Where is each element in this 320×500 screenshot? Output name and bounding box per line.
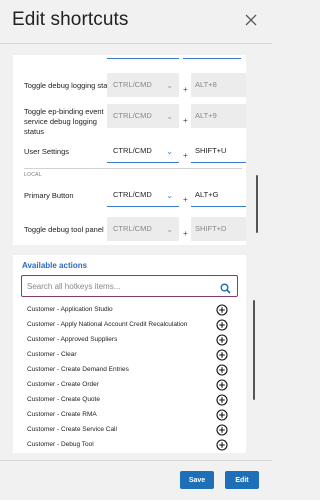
add-circle-icon[interactable] [216,349,228,361]
modifier-select[interactable]: CTRL/CMD ⌄ [107,139,179,163]
search-icon[interactable] [220,281,231,299]
plus-sign: + [183,151,188,160]
previous-row-fields [107,58,241,59]
available-actions-panel: Available actions Customer - Application… [13,255,246,453]
section-label: LOCAL [24,172,42,178]
scrollbar-thumb[interactable] [256,175,258,233]
add-circle-icon[interactable] [216,394,228,406]
chevron-down-icon: ⌄ [166,147,173,156]
plus-sign: + [183,229,188,238]
list-item: Customer - Create RMA [23,408,235,423]
add-circle-icon[interactable] [216,409,228,421]
section-divider [24,168,242,169]
action-label: Customer - Create RMA [27,411,97,418]
shortcuts-panel: Toggle debug logging status CTRL/CMD ⌄ +… [13,55,246,245]
dialog-title: Edit shortcuts [12,9,129,30]
chevron-down-icon: ⌄ [166,225,173,234]
modifier-value: CTRL/CMD [113,111,152,120]
shortcut-row: User Settings CTRL/CMD ⌄ + SHIFT+U [13,137,246,165]
actions-scrollbar[interactable] [253,300,256,400]
action-label: Customer - Approved Suppliers [27,336,118,343]
shortcuts-scrollbar[interactable] [254,55,259,245]
list-item: Customer - Approved Suppliers [23,333,235,348]
actions-title: Available actions [22,261,88,270]
action-label: Customer - Create Service Call [27,426,117,433]
action-label: Customer - Create Quote [27,396,100,403]
chevron-down-icon: ⌄ [166,191,173,200]
search-box [21,275,238,297]
add-circle-icon[interactable] [216,364,228,376]
list-item: Customer - Apply National Account Credit… [23,318,235,333]
modifier-value: CTRL/CMD [113,80,152,89]
action-label: Customer - Create Order [27,381,99,388]
plus-sign: + [183,116,188,125]
action-label: Customer - Clear [27,351,77,358]
action-label: Customer - Apply National Account Credit… [27,321,188,328]
save-button[interactable]: Save [180,471,214,489]
modifier-value: CTRL/CMD [113,146,152,155]
key-field: ALT+8 [191,73,246,97]
shortcut-label: Toggle ep-binding event service debug lo… [24,107,104,136]
add-circle-icon[interactable] [216,424,228,436]
edit-shortcuts-dialog: Edit shortcuts Toggle debug logging stat… [0,0,272,500]
key-field: ALT+9 [191,104,246,128]
modifier-value: CTRL/CMD [113,190,152,199]
modifier-select: CTRL/CMD ⌄ [107,217,179,241]
add-circle-icon[interactable] [216,439,228,451]
shortcut-row: Toggle debug tool panel CTRL/CMD ⌄ + SHI… [13,215,246,243]
action-label: Customer - Debug Tool [27,441,94,448]
modifier-value: CTRL/CMD [113,224,152,233]
edit-button[interactable]: Edit [225,471,259,489]
dialog-header: Edit shortcuts [0,0,272,44]
add-circle-icon[interactable] [216,334,228,346]
modifier-select[interactable]: CTRL/CMD ⌄ [107,183,179,207]
add-circle-icon[interactable] [216,304,228,316]
search-input[interactable] [27,280,212,293]
key-field: SHIFT+D [191,217,246,241]
list-item: Customer - Create Service Call [23,423,235,438]
key-field[interactable]: ALT+G [191,183,246,207]
chevron-down-icon: ⌄ [166,112,173,121]
list-item: Customer - Application Studio [23,303,235,318]
shortcut-row: Toggle ep-binding event service debug lo… [13,102,246,136]
chevron-down-icon: ⌄ [166,81,173,90]
action-label: Customer - Application Studio [27,306,113,313]
list-item: Customer - Create Quote [23,393,235,408]
shortcut-label: Primary Button [24,191,74,200]
list-item: Customer - Create Order [23,378,235,393]
add-circle-icon[interactable] [216,379,228,391]
close-icon[interactable] [243,12,259,28]
plus-sign: + [183,85,188,94]
scrollbar-thumb[interactable] [253,300,255,400]
shortcut-row: Primary Button CTRL/CMD ⌄ + ALT+G [13,181,246,209]
actions-list: Customer - Application Studio Customer -… [23,303,245,453]
key-field[interactable]: SHIFT+U [191,139,246,163]
shortcut-row: Toggle debug logging status CTRL/CMD ⌄ +… [13,71,246,97]
modifier-select: CTRL/CMD ⌄ [107,104,179,128]
shortcut-label: Toggle debug tool panel [24,225,104,234]
shortcut-label: User Settings [24,147,70,156]
list-item: Customer - Clear [23,348,235,363]
add-circle-icon[interactable] [216,319,228,331]
action-label: Customer - Create Demand Entries [27,366,129,373]
plus-sign: + [183,195,188,204]
list-item: Customer - Debug Tool [23,438,235,453]
list-item: Customer - Create Demand Entries [23,363,235,378]
dialog-footer: Save Edit [0,460,272,500]
shortcut-label: Toggle debug logging status [24,81,118,90]
modifier-select: CTRL/CMD ⌄ [107,73,179,97]
